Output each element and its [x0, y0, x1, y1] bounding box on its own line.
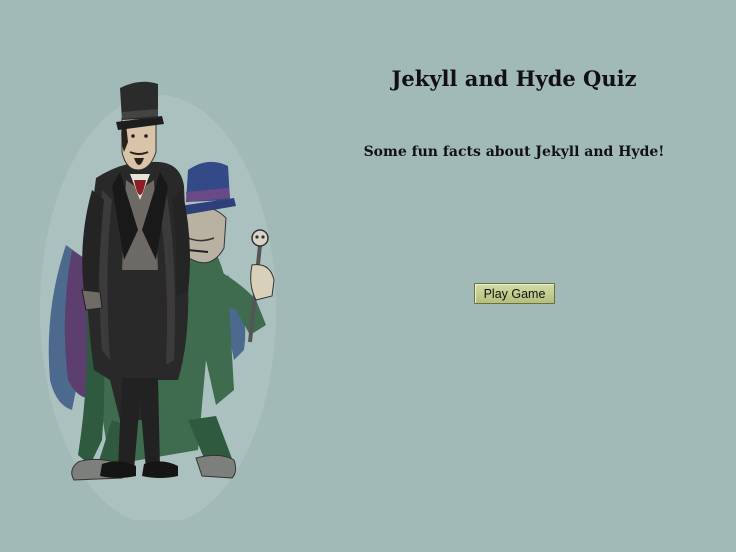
play-game-button[interactable]: Play Game [474, 283, 555, 304]
jekyll-and-hyde-illustration [40, 81, 276, 520]
page-title: Jekyll and Hyde Quiz [391, 66, 637, 91]
page-subtitle: Some fun facts about Jekyll and Hyde! [363, 144, 665, 160]
